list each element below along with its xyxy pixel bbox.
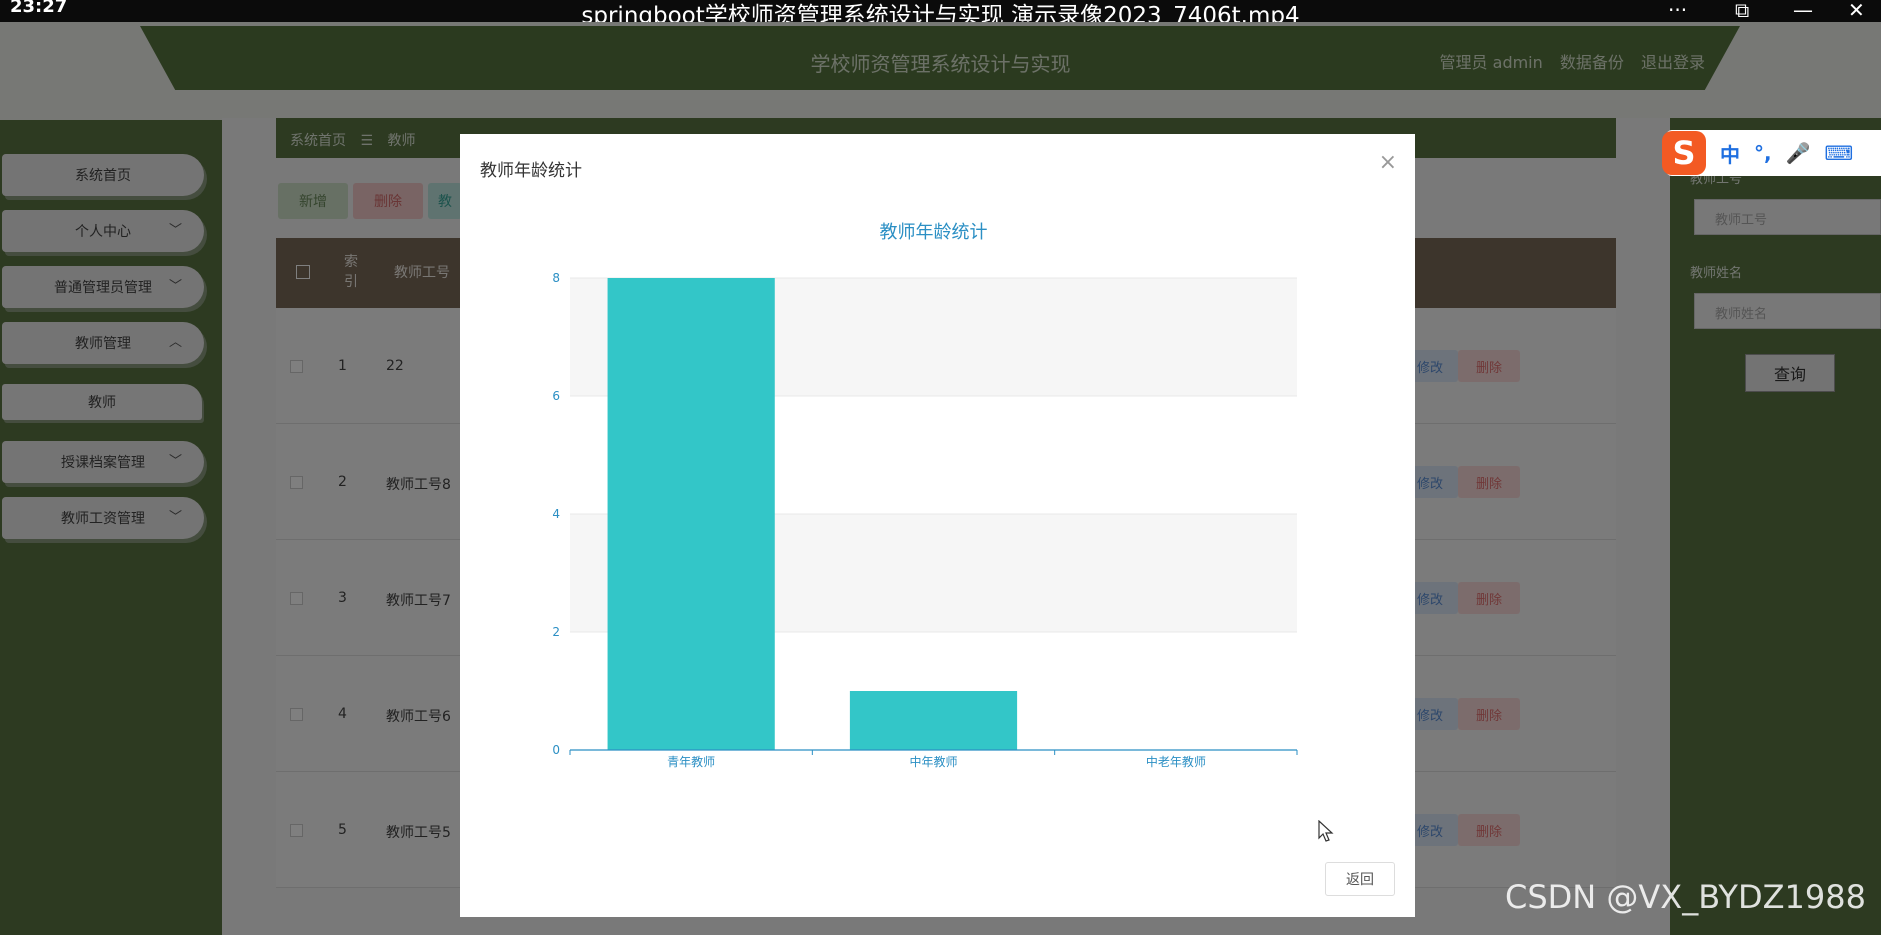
- more-icon[interactable]: ···: [1668, 0, 1687, 22]
- keyboard-icon[interactable]: ⌨: [1825, 141, 1854, 165]
- y-tick-label: 2: [552, 625, 560, 639]
- chinese-mode-icon[interactable]: 中: [1720, 139, 1740, 168]
- chart-bar: [849, 691, 1018, 750]
- y-tick-label: 4: [552, 507, 560, 521]
- watermark: CSDN @VX_BYDZ1988: [1505, 878, 1866, 916]
- microphone-icon[interactable]: 🎤: [1786, 141, 1811, 165]
- mouse-cursor-icon: [1318, 820, 1334, 842]
- minimize-icon[interactable]: —: [1793, 0, 1813, 22]
- y-tick-label: 8: [552, 271, 560, 285]
- x-tick-label: 中年教师: [909, 754, 957, 769]
- ime-toolbar: S 中 °, 🎤 ⌨: [1662, 130, 1881, 176]
- punctuation-icon[interactable]: °,: [1754, 141, 1772, 165]
- age-statistics-modal: 教师年龄统计 × 教师年龄统计 0 2 4 6 8 青年教师 中年教师 中老年教师 返回: [460, 134, 1415, 917]
- close-window-icon[interactable]: ✕: [1848, 0, 1865, 22]
- chart-title: 教师年龄统计: [880, 222, 988, 243]
- x-tick-label: 青年教师: [667, 754, 715, 769]
- back-button[interactable]: 返回: [1325, 862, 1395, 896]
- picture-in-picture-icon[interactable]: ⧉: [1735, 0, 1749, 22]
- age-bar-chart: 教师年龄统计 0 2 4 6 8 青年教师 中年教师 中老年教师: [552, 222, 1298, 769]
- chart-bar: [607, 278, 775, 750]
- sogou-logo-icon[interactable]: S: [1662, 131, 1706, 175]
- video-player-bar: 23:27 springboot学校师资管理系统设计与实现 演示录像2023_7…: [0, 0, 1881, 29]
- y-tick-label: 6: [552, 389, 560, 403]
- x-tick-label: 中老年教师: [1146, 754, 1206, 769]
- y-tick-label: 0: [552, 743, 560, 757]
